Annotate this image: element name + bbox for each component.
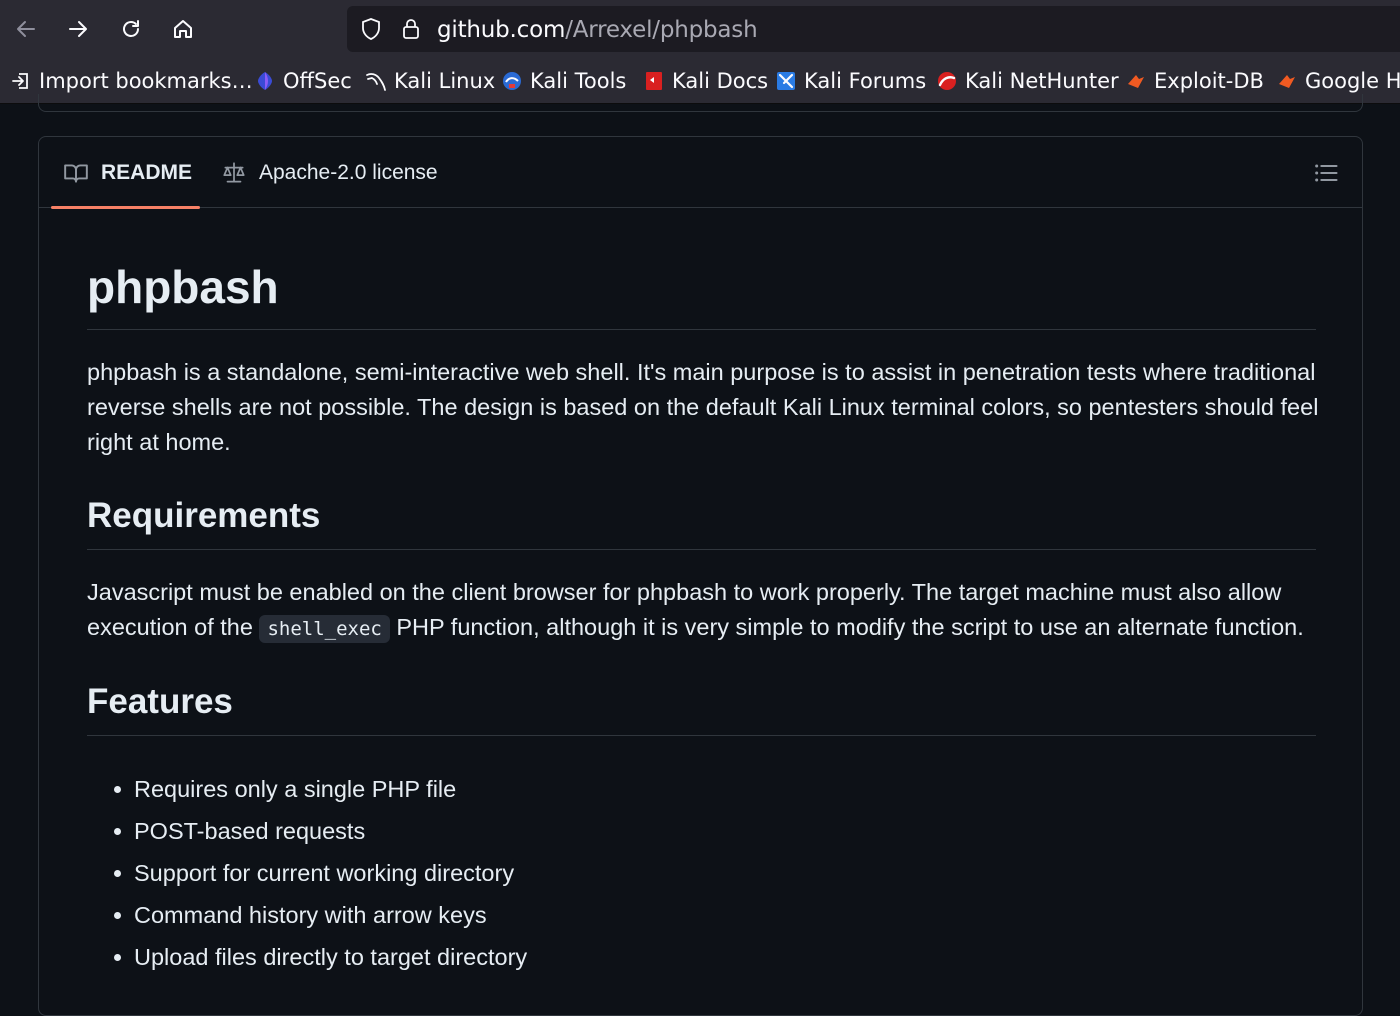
bookmark-kali-nethunter[interactable]: Kali NetHunter	[936, 68, 1119, 94]
tab-selected-indicator	[51, 206, 200, 209]
divider	[87, 549, 1316, 550]
features-list: Requires only a single PHP file POST-bas…	[87, 768, 1287, 978]
bookmark-label: Import bookmarks…	[39, 69, 253, 93]
readme-container: README Apache-2.0 license phpbash phpbas…	[38, 136, 1363, 1016]
requirements-paragraph: Javascript must be enabled on the client…	[87, 575, 1319, 647]
list-item-text: Upload files directly to target director…	[134, 944, 528, 970]
bullet	[114, 828, 121, 835]
features-heading: Features	[87, 682, 233, 721]
law-scale-icon	[223, 161, 245, 183]
bookmark-kali-docs[interactable]: Kali Docs	[643, 68, 768, 94]
tab-license[interactable]: Apache-2.0 license	[221, 137, 438, 208]
list-item-text: Requires only a single PHP file	[134, 776, 457, 802]
list-item-text: Support for current working directory	[134, 860, 515, 886]
url-text[interactable]: github.com/Arrexel/phpbash	[437, 17, 758, 43]
url-path: /Arrexel/phpbash	[565, 17, 758, 43]
requirements-heading: Requirements	[87, 496, 321, 535]
kali-tools-icon	[503, 72, 521, 90]
divider	[87, 735, 1316, 736]
ghdb-icon	[1279, 75, 1295, 88]
kali-docs-icon	[646, 72, 662, 90]
list-item: Requires only a single PHP file	[87, 768, 1287, 810]
bookmark-label: Kali Docs	[672, 69, 769, 93]
bookmark-exploit-db[interactable]: Exploit-DB	[1125, 68, 1264, 94]
bullet	[114, 870, 121, 877]
bookmark-label: Exploit-DB	[1154, 69, 1264, 93]
nethunter-icon	[938, 72, 956, 90]
requirements-text: PHP function, although it is very simple…	[389, 614, 1304, 640]
file-list-box-bottom	[38, 94, 1363, 112]
forward-button[interactable]	[61, 12, 95, 46]
bookmark-kali-linux[interactable]: Kali Linux	[365, 68, 495, 94]
back-button[interactable]	[9, 12, 43, 46]
list-item: Command history with arrow keys	[87, 894, 1287, 936]
list-item: POST-based requests	[87, 810, 1287, 852]
readme-title: phpbash	[87, 261, 279, 313]
list-item-text: POST-based requests	[134, 818, 366, 844]
tab-readme[interactable]: README	[51, 137, 204, 209]
list-item-text: Command history with arrow keys	[134, 902, 487, 928]
bookmark-google-hacking[interactable]: Google Ha	[1276, 68, 1400, 94]
exploitdb-icon	[1128, 75, 1144, 88]
address-bar[interactable]: github.com/Arrexel/phpbash	[347, 6, 1400, 52]
bookmark-kali-forums[interactable]: Kali Forums	[775, 68, 926, 94]
list-unordered-icon[interactable]	[1312, 159, 1340, 187]
list-item: Upload files directly to target director…	[87, 936, 1287, 978]
offsec-icon	[258, 72, 272, 90]
bookmark-label: Kali Linux	[394, 69, 496, 93]
bookmark-label: Kali NetHunter	[965, 69, 1119, 93]
home-icon	[174, 20, 192, 38]
tab-label: Apache-2.0 license	[259, 160, 438, 184]
bullet	[114, 912, 121, 919]
bookmark-import[interactable]: Import bookmarks…	[10, 68, 253, 94]
back-arrow-icon	[17, 21, 35, 37]
list-item: Support for current working directory	[87, 852, 1287, 894]
bullet	[114, 786, 121, 793]
intro-paragraph: phpbash is a standalone, semi-interactiv…	[87, 359, 1319, 455]
reload-icon	[123, 20, 139, 37]
readme-header: README Apache-2.0 license	[39, 137, 1362, 209]
bookmark-label: OffSec	[283, 69, 352, 93]
browser-toolbar: github.com/Arrexel/phpbash	[0, 0, 1400, 58]
kali-forums-icon	[777, 72, 795, 90]
reload-button[interactable]	[114, 12, 148, 46]
import-icon	[12, 73, 28, 89]
inline-code: shell_exec	[259, 615, 390, 643]
bookmark-label: Kali Tools	[530, 69, 627, 93]
book-icon	[64, 163, 88, 183]
bookmark-label: Google Ha	[1305, 69, 1400, 93]
tab-label: README	[101, 160, 193, 184]
forward-arrow-icon	[69, 21, 87, 37]
bookmark-label: Kali Forums	[804, 69, 927, 93]
home-button[interactable]	[166, 12, 200, 46]
github-page: README Apache-2.0 license phpbash phpbas…	[0, 94, 1400, 1016]
lock-icon[interactable]	[399, 17, 423, 41]
bookmark-kali-tools[interactable]: Kali Tools	[501, 68, 626, 94]
divider	[87, 329, 1316, 330]
bookmark-offsec[interactable]: OffSec	[254, 68, 352, 94]
bullet	[114, 954, 121, 961]
url-host: github.com	[437, 17, 566, 43]
shield-icon[interactable]	[359, 17, 383, 41]
kali-dragon-icon	[366, 73, 386, 91]
